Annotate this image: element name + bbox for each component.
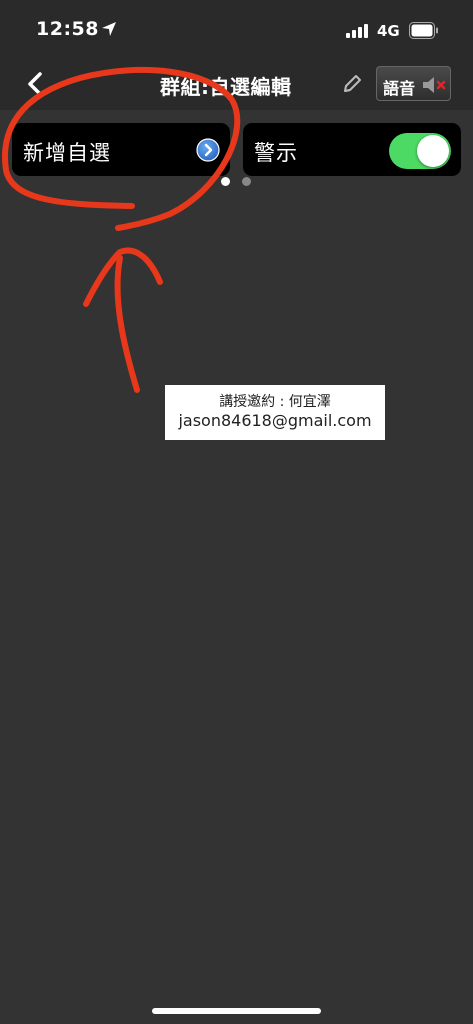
page-title: 群組:自選編輯 [160, 75, 292, 99]
toggle-knob [417, 135, 449, 167]
status-time: 12:58 [36, 18, 99, 40]
contact-email: jason84618@gmail.com [178, 411, 372, 430]
annotation-arrow-shaft [114, 255, 140, 393]
speaker-muted-icon [423, 77, 446, 93]
annotation-arrow-head [83, 247, 163, 307]
add-watchlist-label: 新增自選 [23, 141, 111, 165]
alert-toggle[interactable] [389, 133, 451, 169]
alert-label: 警示 [254, 141, 298, 165]
page-dot-active [221, 177, 230, 186]
cellular-signal-icon [346, 24, 368, 38]
contact-name: 講授邀約 : 何宜澤 [219, 394, 331, 410]
add-watchlist-card[interactable]: 新增自選 [12, 123, 230, 176]
home-indicator[interactable] [152, 1008, 321, 1014]
network-type: 4G [377, 22, 400, 40]
contact-watermark: 講授邀約 : 何宜澤 jason84618@gmail.com [165, 385, 385, 440]
navigation-bar: 群組:自選編輯 語音 [0, 60, 473, 110]
chevron-right-circle-icon[interactable] [196, 138, 220, 162]
back-button[interactable] [18, 68, 54, 100]
pencil-icon[interactable] [341, 73, 363, 95]
voice-toggle-button[interactable]: 語音 [376, 66, 451, 101]
battery-icon [409, 22, 438, 39]
status-bar: 12:58 4G [0, 0, 473, 60]
page-dot-inactive [242, 177, 251, 186]
location-arrow-icon [102, 22, 116, 36]
voice-label: 語音 [383, 79, 416, 98]
alert-card: 警示 [243, 123, 461, 176]
